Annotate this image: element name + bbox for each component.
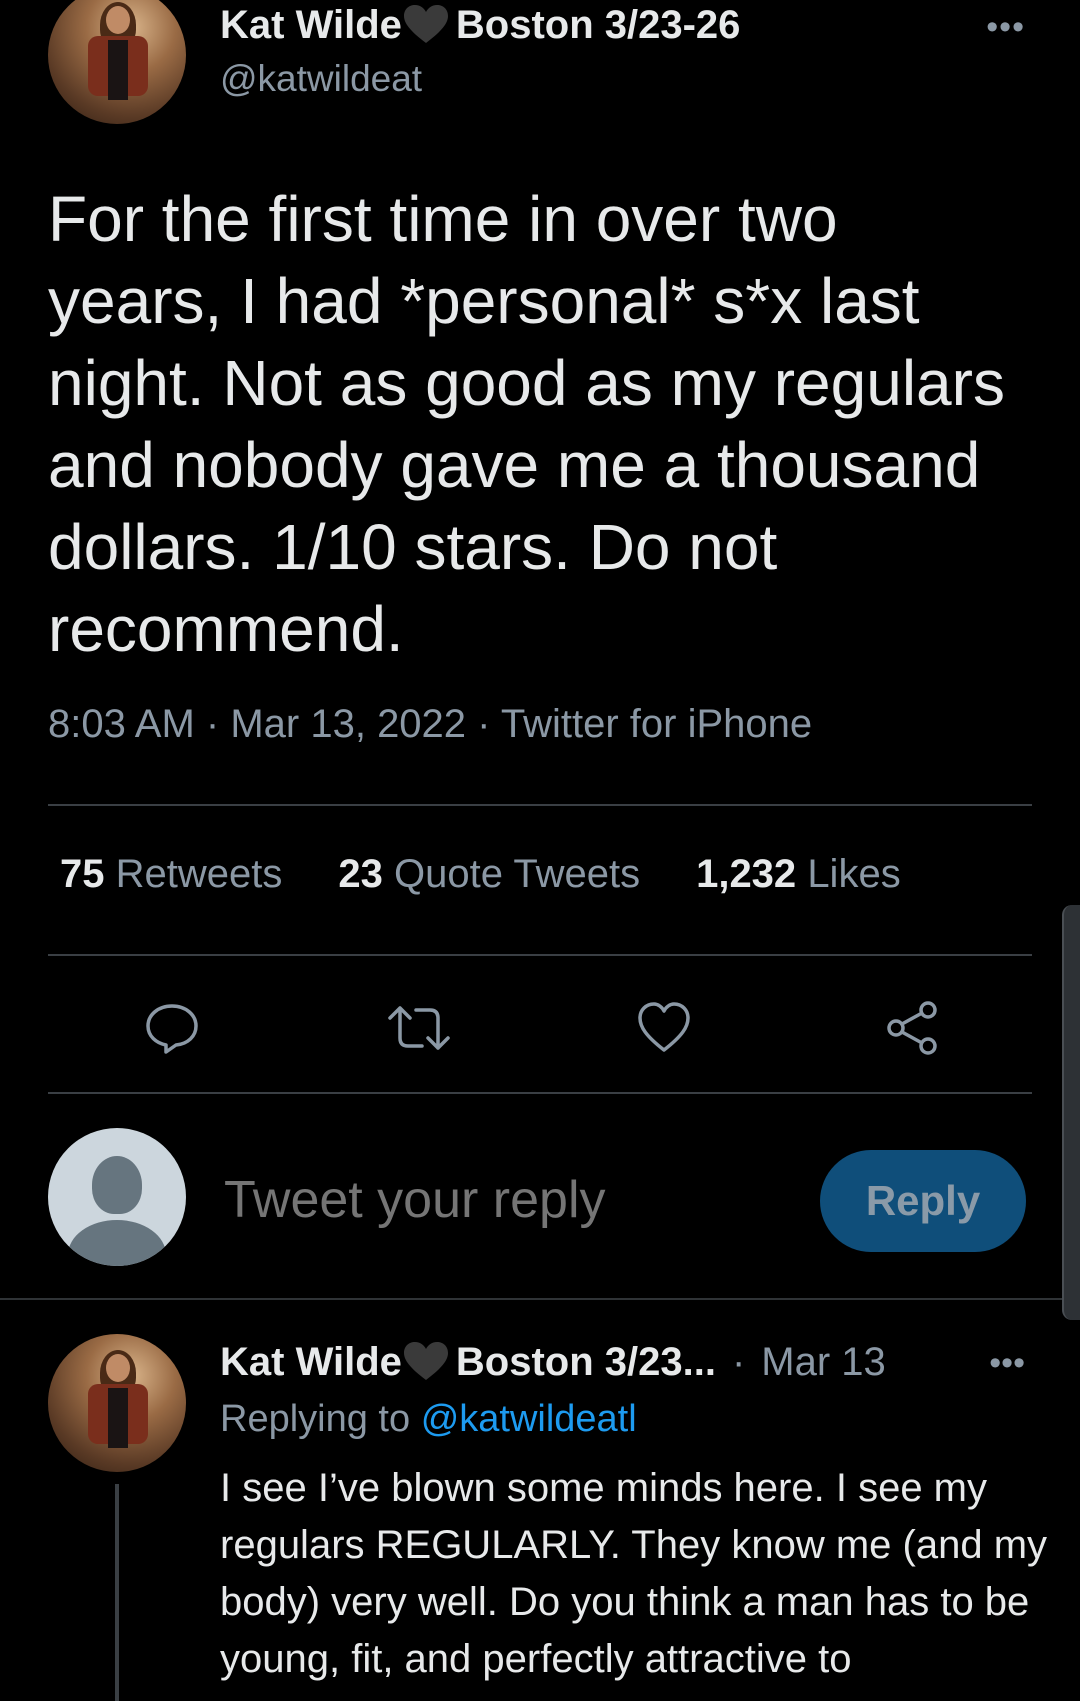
meta-separator: ·: [477, 702, 491, 746]
more-options-icon[interactable]: •••: [989, 1346, 1025, 1380]
action-bar: [48, 990, 1032, 1060]
reply-author-avatar[interactable]: [48, 1334, 186, 1472]
thread-line: [115, 1484, 119, 1701]
author-name-row[interactable]: Kat Wilde Boston 3/23-26: [220, 0, 740, 50]
divider: [0, 1298, 1080, 1300]
reply-separator: ·: [731, 1339, 746, 1384]
replying-to-handle[interactable]: @katwildeatl: [421, 1398, 637, 1440]
reply-header: Kat Wilde Boston 3/23... · Mar 13: [220, 1334, 886, 1390]
reply-date[interactable]: Mar 13: [761, 1340, 886, 1385]
avatar-photo: [88, 1350, 148, 1464]
tweet-date[interactable]: Mar 13, 2022: [230, 702, 466, 746]
author-handle[interactable]: @katwildeat: [220, 58, 422, 100]
likes-label: Likes: [807, 852, 901, 896]
divider: [48, 1092, 1032, 1094]
share-icon[interactable]: [884, 1000, 940, 1056]
tweet-source[interactable]: Twitter for iPhone: [501, 702, 812, 746]
likes-count: 1,232: [696, 852, 797, 896]
divider: [48, 954, 1032, 956]
reply-button[interactable]: Reply: [820, 1150, 1026, 1252]
tweet-meta: 8:03 AM · Mar 13, 2022 · Twitter for iPh…: [48, 702, 812, 747]
quote-tweets-stat[interactable]: 23 Quote Tweets: [338, 852, 640, 897]
divider: [48, 804, 1032, 806]
reply-author-name[interactable]: Kat Wilde: [220, 1340, 402, 1385]
replying-to-prefix: Replying to: [220, 1398, 411, 1440]
black-heart-icon: [403, 5, 448, 45]
reply-icon[interactable]: [144, 1000, 200, 1056]
quote-tweets-label: Quote Tweets: [394, 852, 641, 896]
reply-input[interactable]: [224, 1170, 784, 1230]
tweet-stats: 75 Retweets 23 Quote Tweets 1,232 Likes: [60, 852, 957, 897]
replying-to: Replying to @katwildeatl: [220, 1398, 637, 1441]
like-icon[interactable]: [636, 1000, 692, 1056]
black-heart-icon: [403, 1342, 448, 1382]
more-options-icon[interactable]: •••: [986, 10, 1025, 44]
retweets-stat[interactable]: 75 Retweets: [60, 852, 282, 897]
retweets-label: Retweets: [115, 852, 283, 896]
author-avatar[interactable]: [48, 0, 186, 124]
retweets-count: 75: [60, 852, 105, 896]
meta-separator: ·: [205, 702, 220, 746]
tweet-time[interactable]: 8:03 AM: [48, 702, 195, 746]
scrollbar[interactable]: [1062, 905, 1080, 1320]
user-avatar-placeholder: [48, 1128, 186, 1266]
reply-text: I see I’ve blown some minds here. I see …: [220, 1466, 1048, 1681]
author-name[interactable]: Kat Wilde: [220, 3, 402, 48]
retweet-icon[interactable]: [388, 1000, 450, 1056]
quote-tweets-count: 23: [338, 852, 383, 896]
tweet-text: For the first time in over two years, I …: [48, 183, 1005, 665]
avatar-photo: [88, 2, 148, 116]
reply-author-name-suffix: Boston 3/23...: [455, 1339, 716, 1384]
likes-stat[interactable]: 1,232 Likes: [696, 852, 901, 897]
author-name-suffix: Boston 3/23-26: [455, 2, 741, 47]
